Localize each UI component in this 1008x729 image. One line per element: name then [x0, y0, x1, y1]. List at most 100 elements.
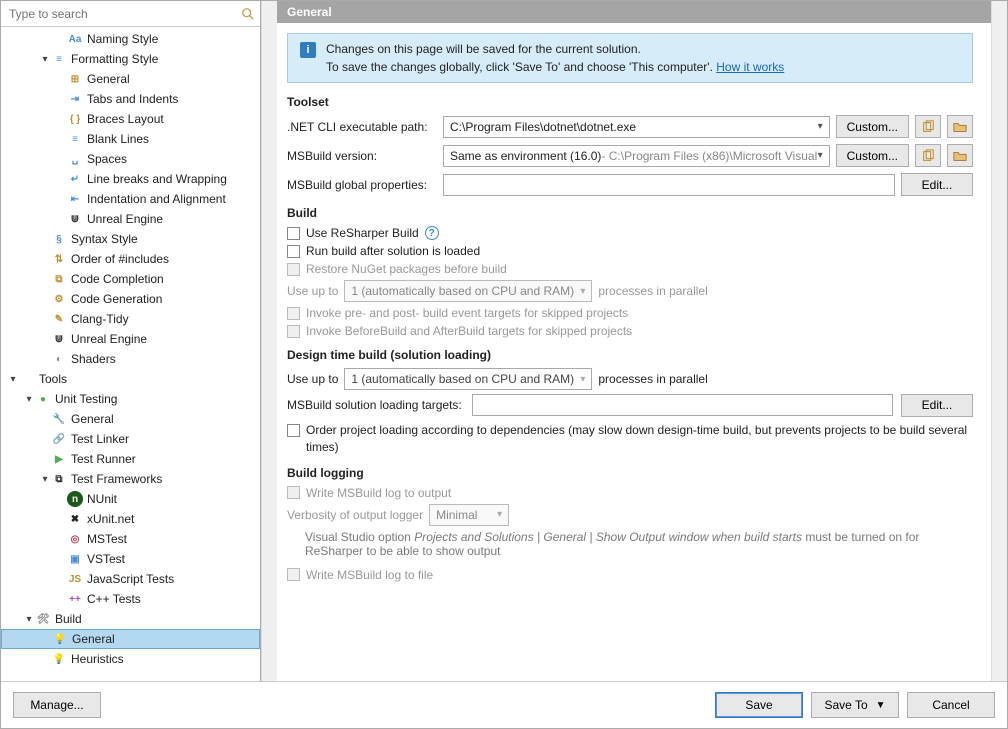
- nav-tree[interactable]: AaNaming Style▾≡Formatting Style⊞General…: [1, 27, 260, 681]
- tree-label: C++ Tests: [87, 592, 254, 606]
- section-design: Design time build (solution loading): [287, 348, 973, 362]
- tree-icon: 🛠: [35, 611, 51, 627]
- tree-icon: ↵: [67, 171, 83, 187]
- use-resharper-label: Use ReSharper Build: [306, 226, 419, 240]
- tree-item-spaces[interactable]: ␣Spaces: [1, 149, 260, 169]
- tree-item-general[interactable]: 🔧General: [1, 409, 260, 429]
- tree-icon: ⇤: [67, 191, 83, 207]
- msbuild-copy-button[interactable]: [915, 144, 941, 167]
- tree-label: Unreal Engine: [87, 212, 254, 226]
- search-row: [1, 1, 260, 27]
- tree-icon: 🔗: [51, 431, 67, 447]
- search-icon[interactable]: [240, 6, 256, 22]
- caret-icon[interactable]: ▾: [23, 614, 35, 625]
- cancel-button[interactable]: Cancel: [907, 692, 995, 718]
- tree-item-syntax-style[interactable]: §Syntax Style: [1, 229, 260, 249]
- invoke-beforeafter-checkbox: [287, 325, 300, 338]
- tree-item-test-runner[interactable]: ▶Test Runner: [1, 449, 260, 469]
- msbuild-globals-edit-button[interactable]: Edit...: [901, 173, 973, 196]
- tree-item-blank-lines[interactable]: ≡Blank Lines: [1, 129, 260, 149]
- sidebar: AaNaming Style▾≡Formatting Style⊞General…: [1, 1, 261, 681]
- tree-item-formatting-style[interactable]: ▾≡Formatting Style: [1, 49, 260, 69]
- caret-icon[interactable]: ▾: [23, 394, 35, 405]
- loading-targets-label: MSBuild solution loading targets:: [287, 398, 462, 412]
- tree-label: Tabs and Indents: [87, 92, 254, 106]
- vs-note: Visual Studio option Projects and Soluti…: [305, 530, 973, 558]
- content-scrollbar[interactable]: [991, 1, 1007, 681]
- sidebar-scrollbar[interactable]: [261, 1, 277, 681]
- tree-icon: §: [51, 231, 67, 247]
- use-resharper-checkbox[interactable]: [287, 227, 300, 240]
- tree-item-heuristics[interactable]: 💡Heuristics: [1, 649, 260, 669]
- tree-item-line-breaks-and-wrapping[interactable]: ↵Line breaks and Wrapping: [1, 169, 260, 189]
- tree-label: Code Completion: [71, 272, 254, 286]
- tree-label: Build: [55, 612, 254, 626]
- tree-item-code-completion[interactable]: ⧉Code Completion: [1, 269, 260, 289]
- caret-icon[interactable]: ▾: [39, 54, 51, 65]
- tree-item-general[interactable]: ⊞General: [1, 69, 260, 89]
- design-useupto-label: Use up to: [287, 372, 338, 386]
- tree-icon: 💡: [51, 651, 67, 667]
- tree-item-unit-testing[interactable]: ▾●Unit Testing: [1, 389, 260, 409]
- tree-item-shaders[interactable]: ◐Shaders: [1, 349, 260, 369]
- tree-item-unreal-engine[interactable]: ⋓ Unreal Engine: [1, 209, 260, 229]
- save-button[interactable]: Save: [715, 692, 803, 718]
- cli-browse-button[interactable]: [947, 115, 973, 138]
- tree-item-order-of-includes[interactable]: ⇅Order of #includes: [1, 249, 260, 269]
- tree-item-unreal-engine[interactable]: ⋓Unreal Engine: [1, 329, 260, 349]
- how-it-works-link[interactable]: How it works: [716, 60, 784, 74]
- cli-copy-button[interactable]: [915, 115, 941, 138]
- section-toolset: Toolset: [287, 95, 973, 109]
- tree-item-braces-layout[interactable]: { }Braces Layout: [1, 109, 260, 129]
- run-after-load-checkbox[interactable]: [287, 245, 300, 258]
- loading-targets-field[interactable]: [472, 394, 893, 416]
- tree-label: Shaders: [71, 352, 254, 366]
- tree-item-mstest[interactable]: ◎MSTest: [1, 529, 260, 549]
- msbuild-globals-field[interactable]: [443, 174, 895, 196]
- tree-label: Clang-Tidy: [71, 312, 254, 326]
- tree-item-naming-style[interactable]: AaNaming Style: [1, 29, 260, 49]
- msbuild-custom-button[interactable]: Custom...: [836, 144, 909, 167]
- caret-icon[interactable]: ▾: [7, 374, 19, 385]
- manage-button[interactable]: Manage...: [13, 692, 101, 718]
- tree-icon: n: [67, 491, 83, 507]
- tree-label: Blank Lines: [87, 132, 254, 146]
- tree-item-nunit[interactable]: nNUnit: [1, 489, 260, 509]
- tree-item-test-frameworks[interactable]: ▾⧉Test Frameworks: [1, 469, 260, 489]
- tree-item-test-linker[interactable]: 🔗 Test Linker: [1, 429, 260, 449]
- section-build: Build: [287, 206, 973, 220]
- cli-custom-button[interactable]: Custom...: [836, 115, 909, 138]
- tree-item-javascript-tests[interactable]: JSJavaScript Tests: [1, 569, 260, 589]
- tree-item-vstest[interactable]: ▣VSTest: [1, 549, 260, 569]
- tree-item-general[interactable]: 💡General: [1, 629, 260, 649]
- build-parallel-combo: 1 (automatically based on CPU and RAM): [344, 280, 592, 302]
- build-parallel-suffix: processes in parallel: [598, 284, 707, 298]
- cli-path-combo[interactable]: C:\Program Files\dotnet\dotnet.exe: [443, 116, 830, 138]
- tree-icon: ⋓: [67, 211, 83, 227]
- tree-item-c-tests[interactable]: ++C++ Tests: [1, 589, 260, 609]
- write-output-label: Write MSBuild log to output: [306, 486, 451, 500]
- tree-item-clang-tidy[interactable]: ✎Clang-Tidy: [1, 309, 260, 329]
- tree-item-tabs-and-indents[interactable]: ⇥Tabs and Indents: [1, 89, 260, 109]
- tree-item-tools[interactable]: ▾Tools: [1, 369, 260, 389]
- tree-label: Spaces: [87, 152, 254, 166]
- tree-item-build[interactable]: ▾🛠 Build: [1, 609, 260, 629]
- msbuild-version-combo[interactable]: Same as environment (16.0) - C:\Program …: [443, 145, 830, 167]
- tree-item-code-generation[interactable]: ⚙Code Generation: [1, 289, 260, 309]
- design-parallel-combo[interactable]: 1 (automatically based on CPU and RAM): [344, 368, 592, 390]
- save-to-button[interactable]: Save To▼: [811, 692, 899, 718]
- tree-item-xunit-net[interactable]: ✖xUnit.net: [1, 509, 260, 529]
- section-logging: Build logging: [287, 466, 973, 480]
- loading-targets-edit-button[interactable]: Edit...: [901, 394, 973, 417]
- search-input[interactable]: [5, 3, 240, 25]
- tree-icon: ✖: [67, 511, 83, 527]
- msbuild-browse-button[interactable]: [947, 144, 973, 167]
- verbosity-combo: Minimal: [429, 504, 509, 526]
- caret-icon[interactable]: ▾: [39, 474, 51, 485]
- help-icon[interactable]: ?: [425, 226, 439, 240]
- write-file-checkbox: [287, 568, 300, 581]
- tree-item-indentation-and-alignment[interactable]: ⇤Indentation and Alignment: [1, 189, 260, 209]
- invoke-beforeafter-label: Invoke BeforeBuild and AfterBuild target…: [306, 324, 632, 338]
- tree-label: Test Linker: [71, 432, 254, 446]
- order-loading-checkbox[interactable]: [287, 424, 300, 437]
